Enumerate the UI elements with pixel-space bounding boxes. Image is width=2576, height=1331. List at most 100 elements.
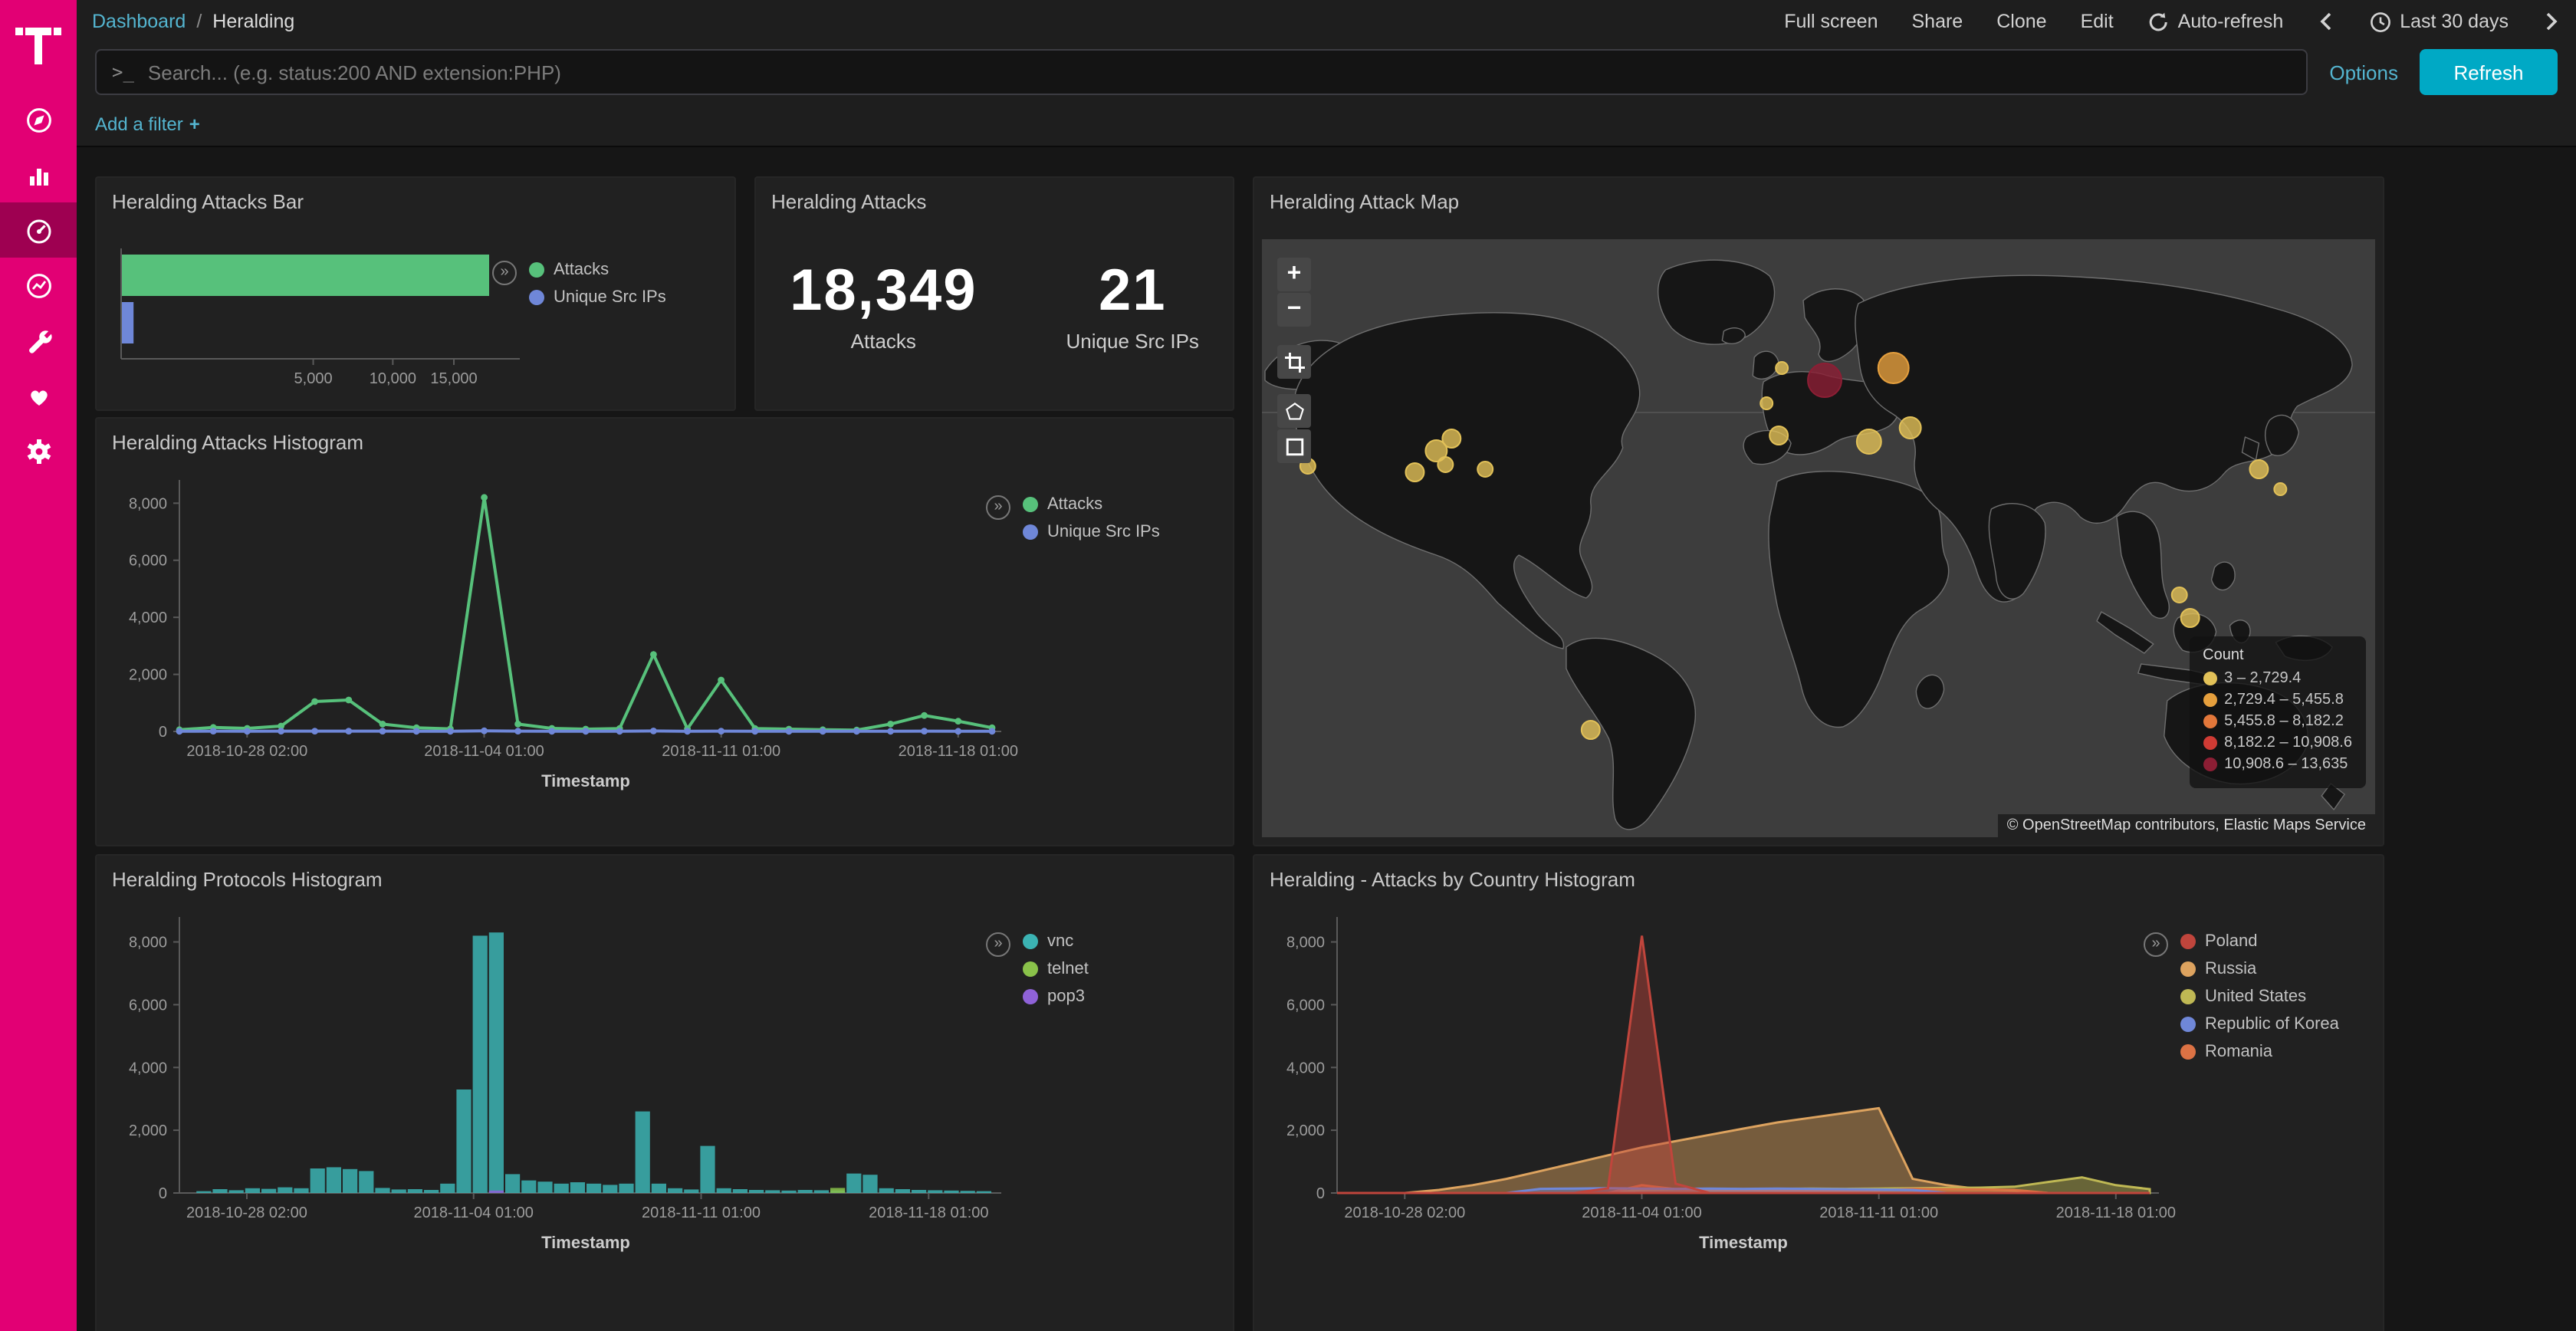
chevron-right-icon xyxy=(2542,11,2561,32)
refresh-button[interactable]: Refresh xyxy=(2420,49,2558,95)
svg-text:2018-11-11 01:00: 2018-11-11 01:00 xyxy=(662,743,780,760)
legend-item[interactable]: 5,455.8 – 8,182.2 xyxy=(2203,713,2352,730)
clock-icon xyxy=(2369,10,2392,33)
add-filter-link[interactable]: Add a filter xyxy=(95,113,183,134)
draw-polygon-button[interactable] xyxy=(1277,394,1311,428)
protocols-histogram-chart[interactable]: 02,0004,0006,0008,0002018-10-28 02:00201… xyxy=(106,902,1026,1308)
fullscreen-button[interactable]: Full screen xyxy=(1784,11,1878,32)
legend-item[interactable]: United States xyxy=(2180,988,2339,1006)
attack-marker[interactable] xyxy=(1878,353,1909,383)
legend-item[interactable]: Unique Src IPs xyxy=(1023,523,1160,541)
svg-text:0: 0 xyxy=(1316,1185,1325,1202)
legend-item[interactable]: pop3 xyxy=(1023,988,1089,1006)
attack-marker[interactable] xyxy=(1582,721,1600,739)
legend-toggle[interactable]: » xyxy=(2144,932,2168,957)
timepicker-button[interactable]: Last 30 days xyxy=(2369,10,2509,33)
legend-item[interactable]: telnet xyxy=(1023,960,1089,978)
legend-toggle[interactable]: » xyxy=(986,495,1010,520)
legend-label: United States xyxy=(2205,988,2306,1006)
metric-unique-src-ips: 21 Unique Src IPs xyxy=(1066,259,1199,353)
country-histogram-chart[interactable]: 02,0004,0006,0008,0002018-10-28 02:00201… xyxy=(1263,902,2183,1308)
legend-item[interactable]: Poland xyxy=(2180,932,2339,951)
attack-marker[interactable] xyxy=(1769,426,1788,445)
share-button[interactable]: Share xyxy=(1912,11,1963,32)
sidebar-item-dashboard[interactable] xyxy=(0,202,77,258)
auto-refresh-button[interactable]: Auto-refresh xyxy=(2147,10,2284,33)
panel-protocols-histogram: Heralding Protocols Histogram 02,0004,00… xyxy=(95,854,1234,1331)
time-back-button[interactable] xyxy=(2317,11,2335,32)
edit-button[interactable]: Edit xyxy=(2081,11,2114,32)
legend-item[interactable]: 8,182.2 – 10,908.6 xyxy=(2203,735,2352,751)
attacks-histogram-chart[interactable]: 02,0004,0006,0008,0002018-10-28 02:00201… xyxy=(106,465,1026,825)
legend-item[interactable]: Attacks xyxy=(529,261,666,279)
sidebar-item-monitoring[interactable] xyxy=(0,368,77,423)
sidebar-item-discover[interactable] xyxy=(0,92,77,147)
legend-label: telnet xyxy=(1047,960,1089,978)
legend-item[interactable]: 10,908.6 – 13,635 xyxy=(2203,756,2352,773)
sidebar-item-visualize[interactable] xyxy=(0,147,77,202)
attack-marker[interactable] xyxy=(1900,417,1921,439)
sidebar-nav xyxy=(0,92,77,478)
svg-text:2018-10-28 02:00: 2018-10-28 02:00 xyxy=(1344,1204,1465,1221)
map-attribution: © OpenStreetMap contributors, Elastic Ma… xyxy=(1998,814,2375,837)
chart-legend: » Attacks Unique Src IPs xyxy=(492,261,666,316)
sidebar-item-dev-tools[interactable] xyxy=(0,313,77,368)
legend-label: 5,455.8 – 8,182.2 xyxy=(2224,713,2344,730)
legend-toggle[interactable]: » xyxy=(986,932,1010,957)
legend-item[interactable]: Attacks xyxy=(1023,495,1160,514)
attack-marker[interactable] xyxy=(1477,462,1493,477)
attack-marker[interactable] xyxy=(1442,429,1460,448)
sidebar-item-timelion[interactable] xyxy=(0,258,77,313)
attack-marker[interactable] xyxy=(1808,363,1842,397)
legend-toggle[interactable]: » xyxy=(492,261,517,285)
attack-marker[interactable] xyxy=(1405,463,1424,481)
attack-map[interactable]: + − xyxy=(1262,239,2375,837)
breadcrumb-dashboard-link[interactable]: Dashboard xyxy=(92,11,186,32)
legend-item[interactable]: 3 – 2,729.4 xyxy=(2203,670,2352,687)
draw-rectangle-button[interactable] xyxy=(1277,429,1311,463)
legend-item[interactable]: Unique Src IPs xyxy=(529,288,666,307)
time-forward-button[interactable] xyxy=(2542,11,2561,32)
svg-text:2018-11-04 01:00: 2018-11-04 01:00 xyxy=(414,1204,534,1221)
attack-marker[interactable] xyxy=(2172,587,2187,603)
visualize-icon xyxy=(24,160,53,189)
metric-label: Unique Src IPs xyxy=(1066,330,1199,353)
legend-dot xyxy=(1023,989,1038,1004)
heart-icon xyxy=(24,381,53,410)
breadcrumb-current: Heralding xyxy=(212,11,294,32)
clone-button[interactable]: Clone xyxy=(1996,11,2046,32)
fit-bounds-button[interactable] xyxy=(1277,345,1311,379)
legend-item[interactable]: vnc xyxy=(1023,932,1089,951)
add-filter-plus-icon[interactable]: + xyxy=(189,113,200,134)
sidebar-item-management[interactable] xyxy=(0,423,77,478)
main-area: Dashboard / Heralding Full screen Share … xyxy=(77,0,2576,1331)
map-controls: + − xyxy=(1277,258,1311,465)
gear-icon xyxy=(24,436,53,465)
query-options-link[interactable]: Options xyxy=(2329,61,2398,84)
legend-item[interactable]: 2,729.4 – 5,455.8 xyxy=(2203,692,2352,708)
search-input[interactable] xyxy=(148,61,2291,84)
zoom-in-button[interactable]: + xyxy=(1277,258,1311,291)
svg-text:2018-11-04 01:00: 2018-11-04 01:00 xyxy=(424,743,544,760)
attack-marker[interactable] xyxy=(1776,362,1788,374)
legend-item[interactable]: Romania xyxy=(2180,1043,2339,1061)
attack-marker[interactable] xyxy=(2249,460,2268,478)
attack-marker[interactable] xyxy=(2274,483,2286,495)
attack-marker[interactable] xyxy=(1760,397,1773,409)
zoom-out-button[interactable]: − xyxy=(1277,293,1311,327)
legend-items: vnc telnet pop3 xyxy=(1023,932,1089,1015)
rectangle-icon xyxy=(1284,436,1304,456)
panel-title: Heralding Attacks Histogram xyxy=(97,419,1233,454)
kibana-dashboard-app: Dashboard / Heralding Full screen Share … xyxy=(0,0,2576,1331)
panel-country-histogram: Heralding - Attacks by Country Histogram… xyxy=(1253,854,2384,1331)
svg-text:Timestamp: Timestamp xyxy=(541,771,630,790)
legend-dot xyxy=(2203,693,2216,707)
chart-legend: » Attacks Unique Src IPs xyxy=(986,495,1160,550)
legend-item[interactable]: Russia xyxy=(2180,960,2339,978)
svg-text:15,000: 15,000 xyxy=(430,370,477,387)
legend-item[interactable]: Republic of Korea xyxy=(2180,1015,2339,1034)
attack-marker[interactable] xyxy=(2181,609,2200,627)
legend-dot xyxy=(2180,989,2196,1004)
attack-marker[interactable] xyxy=(1857,429,1881,454)
attack-marker[interactable] xyxy=(1438,457,1453,472)
